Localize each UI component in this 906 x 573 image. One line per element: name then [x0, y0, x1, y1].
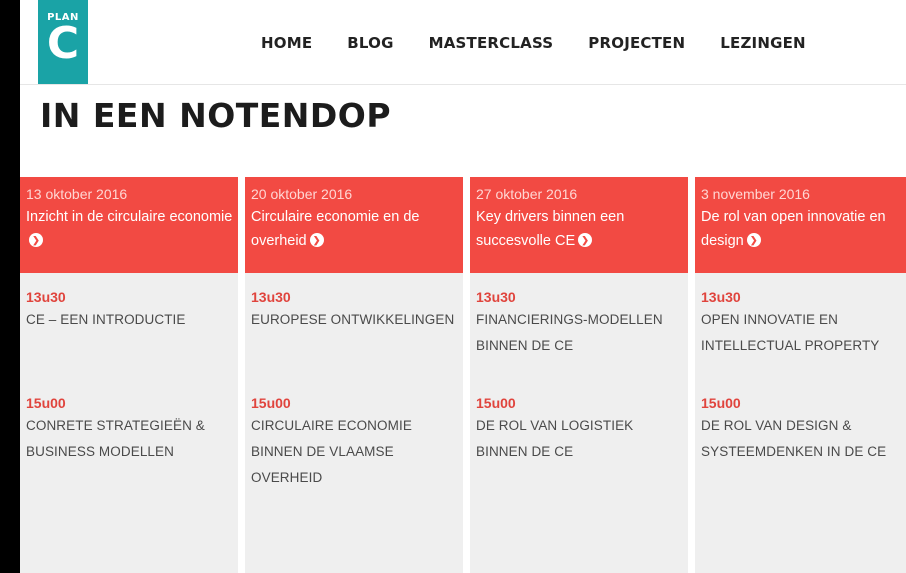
- card-title-link[interactable]: Circulaire economie en de overheid ❯: [251, 205, 459, 253]
- session-title: FINANCIERINGS-MODELLEN BINNEN DE CE: [476, 312, 663, 353]
- session-time: 15u00: [26, 395, 66, 411]
- session-time: 13u30: [476, 289, 516, 305]
- schedule-card: 20 oktober 2016 Circulaire economie en d…: [245, 177, 463, 573]
- schedule-card: 13 oktober 2016 Inzicht in de circulaire…: [20, 177, 238, 573]
- nav-projecten[interactable]: PROJECTEN: [588, 34, 685, 52]
- card-header: 20 oktober 2016 Circulaire economie en d…: [245, 177, 463, 273]
- card-body: 13u30 EUROPESE ONTWIKKELINGEN 15u00 CIRC…: [245, 273, 463, 499]
- card-title-link[interactable]: Inzicht in de circulaire economie ❯: [26, 205, 234, 253]
- card-header: 27 oktober 2016 Key drivers binnen een s…: [470, 177, 688, 273]
- session-title: EUROPESE ONTWIKKELINGEN: [251, 312, 455, 327]
- arrow-circle-icon[interactable]: ❯: [29, 233, 43, 248]
- session-title: DE ROL VAN DESIGN & SYSTEEMDENKEN IN DE …: [701, 418, 887, 459]
- session-title: CIRCULAIRE ECONOMIE BINNEN DE VLAAMSE OV…: [251, 418, 412, 485]
- arrow-circle-icon[interactable]: ❯: [578, 233, 593, 248]
- card-title-link[interactable]: De rol van open innovatie en design ❯: [701, 205, 902, 253]
- nav-masterclass[interactable]: MASTERCLASS: [429, 34, 554, 52]
- site-header: PLAN C HOME BLOG MASTERCLASS PROJECTEN L…: [20, 0, 906, 85]
- session-title: DE ROL VAN LOGISTIEK BINNEN DE CE: [476, 418, 634, 459]
- session-title: OPEN INNOVATIE EN INTELLECTUAL PROPERTY: [701, 312, 880, 353]
- card-title-text: Inzicht in de circulaire economie: [26, 209, 233, 225]
- card-header: 3 november 2016 De rol van open innovati…: [695, 177, 906, 273]
- card-body: 13u30 FINANCIERINGS-MODELLEN BINNEN DE C…: [470, 273, 688, 499]
- nav-blog[interactable]: BLOG: [347, 34, 393, 52]
- card-title-text: Key drivers binnen een succesvolle CE: [476, 209, 625, 249]
- card-date: 20 oktober 2016: [251, 186, 353, 202]
- card-header: 13 oktober 2016 Inzicht in de circulaire…: [20, 177, 238, 273]
- session-time: 15u00: [476, 395, 516, 411]
- card-body: 13u30 OPEN INNOVATIE EN INTELLECTUAL PRO…: [695, 273, 906, 499]
- card-title-text: De rol van open innovatie en design: [701, 209, 886, 249]
- session-time: 13u30: [701, 289, 741, 305]
- session-title: CE – EEN INTRODUCTIE: [26, 312, 186, 327]
- session-time: 15u00: [251, 395, 291, 411]
- plan-c-logo[interactable]: PLAN C: [38, 0, 88, 84]
- card-body: 13u30 CE – EEN INTRODUCTIE 15u00 CONRETE…: [20, 273, 238, 499]
- session-title: CONRETE STRATEGIEËN & BUSINESS MODELLEN: [26, 418, 205, 459]
- nav-home[interactable]: HOME: [261, 34, 312, 52]
- schedule-cards: 13 oktober 2016 Inzicht in de circulaire…: [20, 177, 906, 573]
- card-title-link[interactable]: Key drivers binnen een succesvolle CE ❯: [476, 205, 684, 253]
- main-nav: HOME BLOG MASTERCLASS PROJECTEN LEZINGEN: [261, 34, 806, 52]
- page: PLAN C HOME BLOG MASTERCLASS PROJECTEN L…: [20, 0, 906, 573]
- schedule-card: 27 oktober 2016 Key drivers binnen een s…: [470, 177, 688, 573]
- card-date: 13 oktober 2016: [26, 186, 128, 202]
- logo-big-letter: C: [46, 18, 80, 69]
- card-date: 27 oktober 2016: [476, 186, 578, 202]
- card-date: 3 november 2016: [701, 186, 810, 202]
- arrow-circle-icon[interactable]: ❯: [746, 233, 761, 248]
- session-time: 13u30: [251, 289, 291, 305]
- nav-lezingen[interactable]: LEZINGEN: [720, 34, 806, 52]
- session-time: 13u30: [26, 289, 66, 305]
- arrow-circle-icon[interactable]: ❯: [309, 233, 324, 248]
- page-title: IN EEN NOTENDOP: [40, 96, 392, 135]
- session-time: 15u00: [701, 395, 741, 411]
- schedule-card: 3 november 2016 De rol van open innovati…: [695, 177, 906, 573]
- card-title-text: Circulaire economie en de overheid: [251, 209, 420, 249]
